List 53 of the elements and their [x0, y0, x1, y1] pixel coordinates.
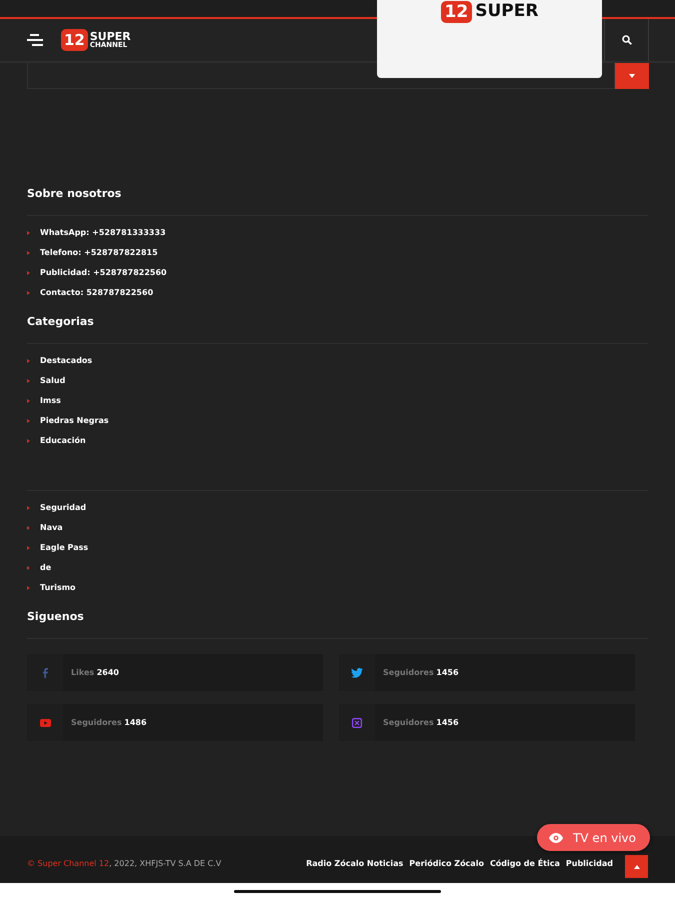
footer-link[interactable]: Radio Zócalo Noticias [306, 859, 404, 868]
category-link[interactable]: Nava [40, 522, 63, 534]
social-card[interactable]: Seguidores 1456 [339, 654, 635, 691]
contact-link[interactable]: Publicidad: +528787822560 [40, 267, 167, 279]
bullet-icon [27, 251, 30, 255]
category-link[interactable]: de [40, 562, 52, 574]
caret-up-icon [634, 864, 640, 868]
category-link[interactable]: Imss [40, 395, 61, 407]
contact-link[interactable]: Contacto: 528787822560 [40, 287, 154, 299]
category-link[interactable]: Seguridad [40, 502, 86, 514]
copyright-text: , 2022, XHFJS-TV S.A DE C.V [109, 859, 222, 868]
bullet-icon [27, 231, 30, 235]
menu-icon[interactable] [27, 34, 43, 46]
bullet-icon [27, 586, 30, 590]
bullet-icon [27, 399, 30, 403]
bullet-icon [27, 526, 30, 530]
category-link[interactable]: Eagle Pass [40, 542, 88, 554]
bullet-icon [27, 379, 30, 383]
follower-count: Seguidores 1456 [383, 718, 459, 727]
bullet-icon [27, 506, 30, 510]
contact-link[interactable]: WhatsApp: +528781333333 [40, 227, 166, 239]
footer-link[interactable]: Código de Ética [490, 859, 560, 868]
category-link[interactable]: Educación [40, 435, 86, 447]
follower-count: Seguidores 1456 [383, 668, 459, 677]
eye-icon [548, 832, 563, 842]
bullet-icon [27, 546, 30, 550]
bullet-icon [27, 566, 30, 570]
search-icon [622, 35, 632, 45]
caret-down-icon [629, 74, 635, 78]
bullet-icon [27, 419, 30, 423]
social-card[interactable]: Seguidores 1456 [339, 704, 635, 741]
section-title: Sobre nosotros [27, 187, 122, 201]
footer-link[interactable]: Periódico Zócalo [409, 859, 484, 868]
contact-link[interactable]: Telefono: +528787822815 [40, 247, 158, 259]
bullet-icon [27, 359, 30, 363]
section-title: Siguenos [27, 610, 85, 624]
advertisement[interactable]: 12 SUPER [377, 0, 602, 78]
bullet-icon [27, 291, 30, 295]
category-link[interactable]: Salud [40, 375, 66, 387]
category-link[interactable]: Destacados [40, 355, 92, 367]
category-link[interactable]: Piedras Negras [40, 415, 109, 427]
section-title: Categorias [27, 315, 95, 329]
search-button[interactable] [604, 19, 649, 61]
follower-count: Likes 2640 [71, 668, 119, 677]
category-link[interactable]: Turismo [40, 582, 76, 594]
copyright-link[interactable]: © Super Channel 12 [27, 859, 110, 868]
bullet-icon [27, 439, 30, 443]
social-card[interactable]: Likes 2640 [27, 654, 323, 691]
bullet-icon [27, 271, 30, 275]
follower-count: Seguidores 1486 [71, 718, 147, 727]
footer-link[interactable]: Publicidad [566, 859, 613, 868]
social-card[interactable]: Seguidores 1486 [27, 704, 323, 741]
scroll-top-button[interactable] [625, 855, 648, 878]
